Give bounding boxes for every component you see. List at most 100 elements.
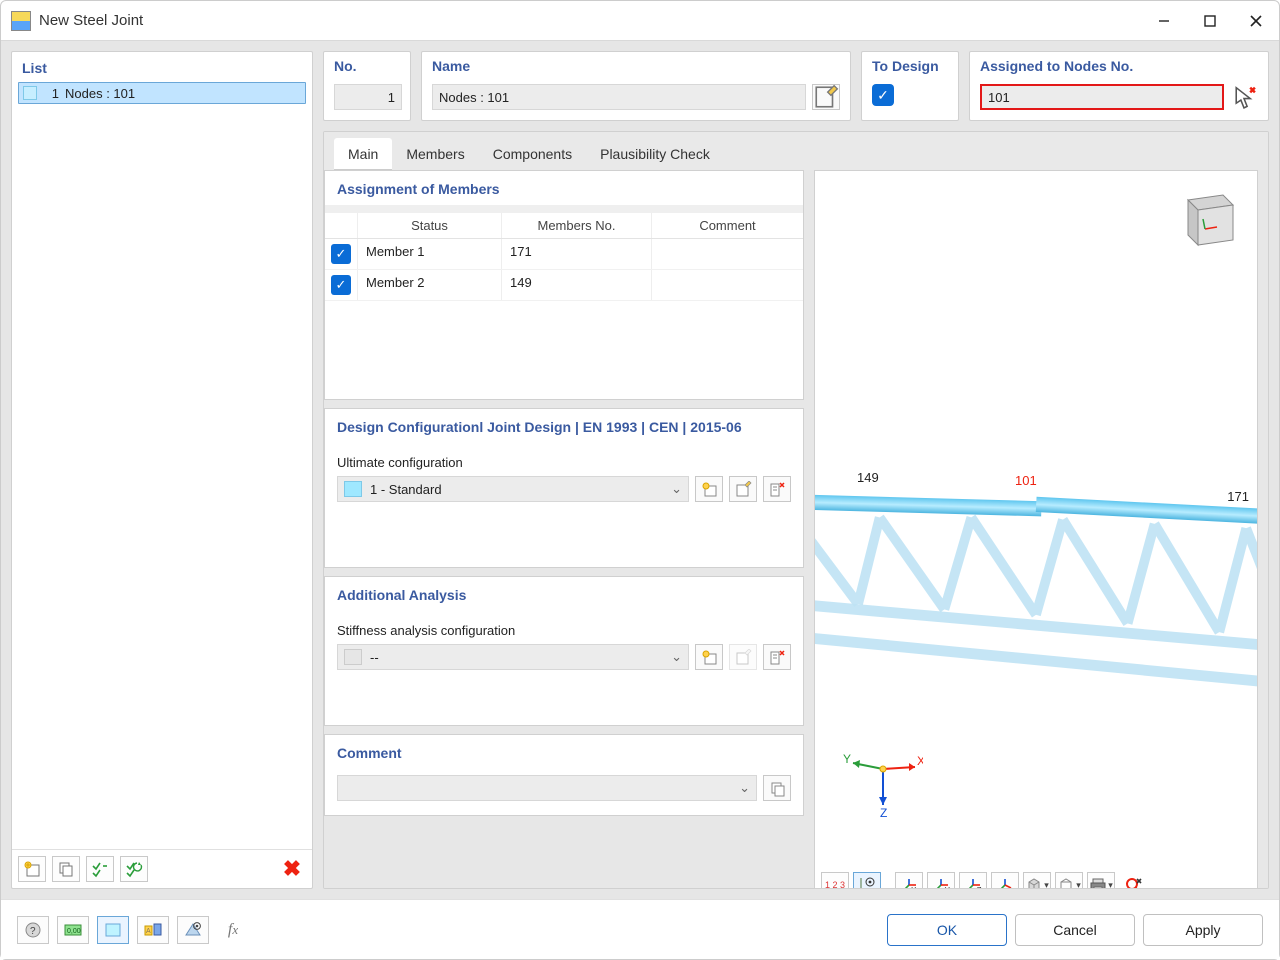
row-comment [651, 239, 803, 269]
col-comment-header: Comment [651, 213, 803, 238]
svg-text:Z: Z [880, 806, 887, 817]
show-dimensions-button[interactable] [853, 872, 881, 889]
row-status: Member 1 [357, 239, 501, 269]
assigned-nodes-input[interactable]: 101 [980, 84, 1224, 110]
chevron-down-icon: ⌄ [739, 780, 750, 796]
assigned-label: Assigned to Nodes No. [980, 58, 1258, 74]
design-config-section: Design Configurationl Joint Design | EN … [324, 408, 804, 568]
list-item-index: 1 [43, 86, 59, 101]
units-button[interactable]: 0,00 [57, 916, 89, 944]
pick-config-button[interactable] [763, 476, 791, 502]
labels-button[interactable]: A [137, 916, 169, 944]
row-checkbox[interactable]: ✓ [331, 244, 351, 264]
svg-text:0,00: 0,00 [67, 928, 81, 935]
svg-text:-Y: -Y [942, 886, 950, 889]
axis-y-button[interactable]: -Y [927, 872, 955, 889]
col-status-header: Status [357, 213, 501, 238]
svg-text:Y: Y [843, 752, 851, 766]
color-swatch-button[interactable] [97, 916, 129, 944]
chevron-down-icon: ⌄ [671, 649, 682, 665]
stiffness-config-combo[interactable]: -- ⌄ [337, 644, 689, 670]
axis-z-button[interactable]: -Z [959, 872, 987, 889]
close-button[interactable] [1233, 1, 1279, 41]
svg-text:?: ? [30, 926, 36, 937]
table-row[interactable]: ✓ Member 1 171 [325, 239, 803, 270]
cancel-button[interactable]: Cancel [1015, 914, 1135, 946]
delete-item-button[interactable]: ✖ [278, 856, 306, 882]
name-field-box: Name Nodes : 101 [421, 51, 851, 121]
ultimate-config-label: Ultimate configuration [337, 455, 791, 470]
node-label-center: 101 [1013, 473, 1039, 488]
comment-library-button[interactable] [763, 775, 791, 801]
swap-check-button[interactable] [120, 856, 148, 882]
ultimate-config-combo[interactable]: 1 - Standard ⌄ [337, 476, 689, 502]
new-config-button[interactable] [695, 476, 723, 502]
no-input[interactable]: 1 [334, 84, 402, 110]
assignment-heading: Assignment of Members [325, 171, 803, 205]
isometric-button[interactable] [991, 872, 1019, 889]
help-button[interactable]: ? [17, 916, 49, 944]
pick-stiffness-button[interactable] [763, 644, 791, 670]
list-item-swatch [23, 86, 37, 100]
orientation-cube-icon[interactable] [1173, 185, 1243, 255]
tab-components[interactable]: Components [479, 138, 586, 170]
comment-input[interactable]: ⌄ [337, 775, 757, 801]
list-item[interactable]: 1 Nodes : 101 [18, 82, 306, 104]
ok-button[interactable]: OK [887, 914, 1007, 946]
node-label-left: 149 [855, 470, 881, 485]
apply-button[interactable]: Apply [1143, 914, 1263, 946]
no-label: No. [334, 58, 400, 74]
model-preview[interactable]: 149 101 171 X Y [814, 170, 1258, 889]
edit-stiffness-button [729, 644, 757, 670]
svg-text:-Z: -Z [974, 886, 982, 889]
edit-name-button[interactable] [812, 84, 840, 110]
tab-plausibility-check[interactable]: Plausibility Check [586, 138, 724, 170]
axis-x-button[interactable]: X [895, 872, 923, 889]
pick-nodes-button[interactable] [1230, 84, 1258, 110]
new-item-button[interactable] [18, 856, 46, 882]
numbering-button[interactable]: 1 2 3 [821, 872, 849, 889]
list-heading: List [12, 52, 312, 82]
assignment-grid-header: Status Members No. Comment [325, 213, 803, 239]
tab-members[interactable]: Members [392, 138, 478, 170]
edit-config-button[interactable] [729, 476, 757, 502]
coordinate-axes-icon: X Y Z [843, 747, 923, 817]
node-label-right: 171 [1225, 489, 1251, 504]
formula-button[interactable]: fx [217, 916, 249, 944]
svg-text:A: A [146, 928, 151, 935]
print-button[interactable]: ▾ [1087, 872, 1115, 889]
to-design-checkbox[interactable]: ✓ [872, 84, 894, 106]
no-field-box: No. 1 [323, 51, 411, 121]
to-design-label: To Design [872, 58, 948, 74]
new-stiffness-button[interactable] [695, 644, 723, 670]
maximize-button[interactable] [1187, 1, 1233, 41]
minimize-button[interactable] [1141, 1, 1187, 41]
app-icon [11, 11, 31, 31]
view-cube-button[interactable]: ▾ [1023, 872, 1051, 889]
svg-text:X: X [917, 754, 923, 768]
additional-analysis-section: Additional Analysis Stiffness analysis c… [324, 576, 804, 726]
copy-item-button[interactable] [52, 856, 80, 882]
tab-main[interactable]: Main [334, 138, 392, 170]
stiffness-config-label: Stiffness analysis configuration [337, 623, 791, 638]
check-all-button[interactable] [86, 856, 114, 882]
row-membersno: 171 [501, 239, 651, 269]
design-config-heading: Design Configurationl Joint Design | EN … [325, 409, 803, 443]
row-status: Member 2 [357, 270, 501, 300]
to-design-box: To Design ✓ [861, 51, 959, 121]
additional-heading: Additional Analysis [325, 577, 803, 611]
row-membersno: 149 [501, 270, 651, 300]
svg-text:X: X [911, 886, 917, 889]
name-input[interactable]: Nodes : 101 [432, 84, 806, 110]
visibility-button[interactable] [177, 916, 209, 944]
tabs-bar: Main Members Components Plausibility Che… [324, 132, 1268, 170]
dialog-footer: ? 0,00 A fx OK Cancel Apply [1, 899, 1279, 959]
assigned-box: Assigned to Nodes No. 101 [969, 51, 1269, 121]
wireframe-button[interactable]: ▾ [1055, 872, 1083, 889]
row-comment [651, 270, 803, 300]
row-checkbox[interactable]: ✓ [331, 275, 351, 295]
table-row[interactable]: ✓ Member 2 149 [325, 270, 803, 301]
window-title: New Steel Joint [39, 12, 1141, 29]
window-title-bar: New Steel Joint [1, 1, 1279, 41]
reset-zoom-button[interactable] [1119, 872, 1147, 889]
